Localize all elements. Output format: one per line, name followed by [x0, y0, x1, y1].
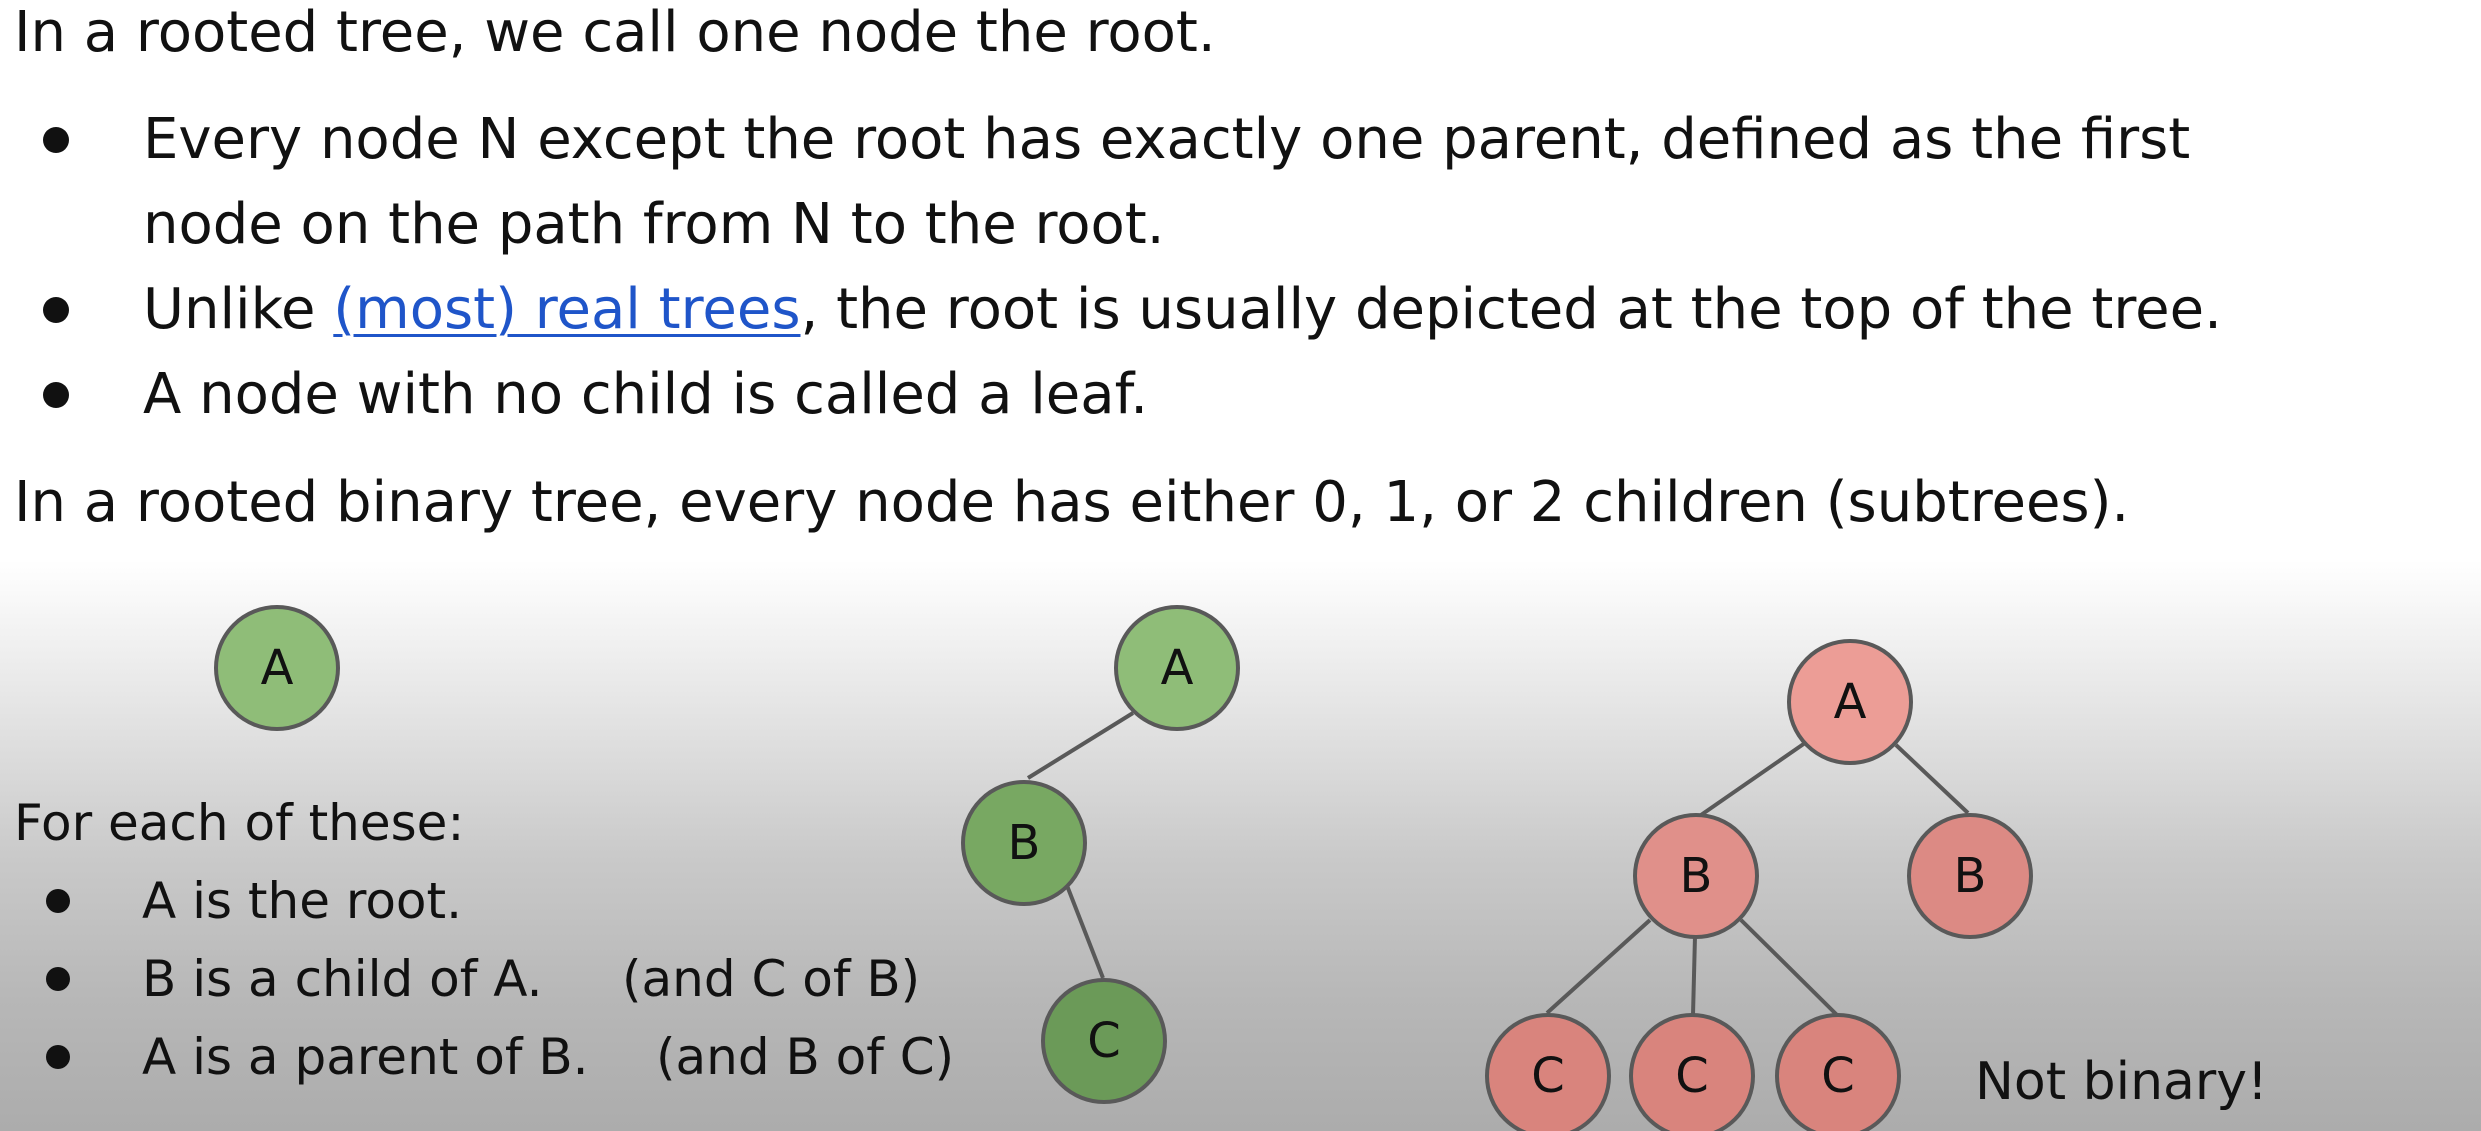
tree-edge — [1691, 935, 1697, 1016]
tree-single-node: A — [214, 605, 340, 731]
tree-edge — [1699, 741, 1807, 817]
tree-node-label: A — [1834, 674, 1867, 730]
tree-chain: A B C — [961, 605, 1240, 1104]
tree-node-label: B — [1954, 848, 1987, 904]
tree-node-label: C — [1821, 1048, 1855, 1104]
tree-diagrams: A A B C A B B C C C Not binary! — [214, 605, 2268, 1131]
tree-node-label: C — [1087, 1013, 1121, 1069]
tree-edge — [1545, 918, 1652, 1015]
tree-node-label: A — [261, 640, 294, 696]
tree-edge — [1026, 711, 1135, 780]
tree-not-binary: A B B C C C Not binary! — [1485, 639, 2268, 1131]
tree-node-label: B — [1008, 815, 1041, 871]
not-binary-caption: Not binary! — [1975, 1052, 2268, 1112]
tree-node-label: A — [1161, 640, 1194, 696]
tree-edge — [1064, 882, 1105, 979]
tree-edge — [1894, 743, 1970, 815]
tree-edge — [1739, 918, 1839, 1017]
tree-node-label: C — [1675, 1048, 1709, 1104]
tree-node-label: C — [1531, 1048, 1565, 1104]
tree-node-label: B — [1680, 848, 1713, 904]
